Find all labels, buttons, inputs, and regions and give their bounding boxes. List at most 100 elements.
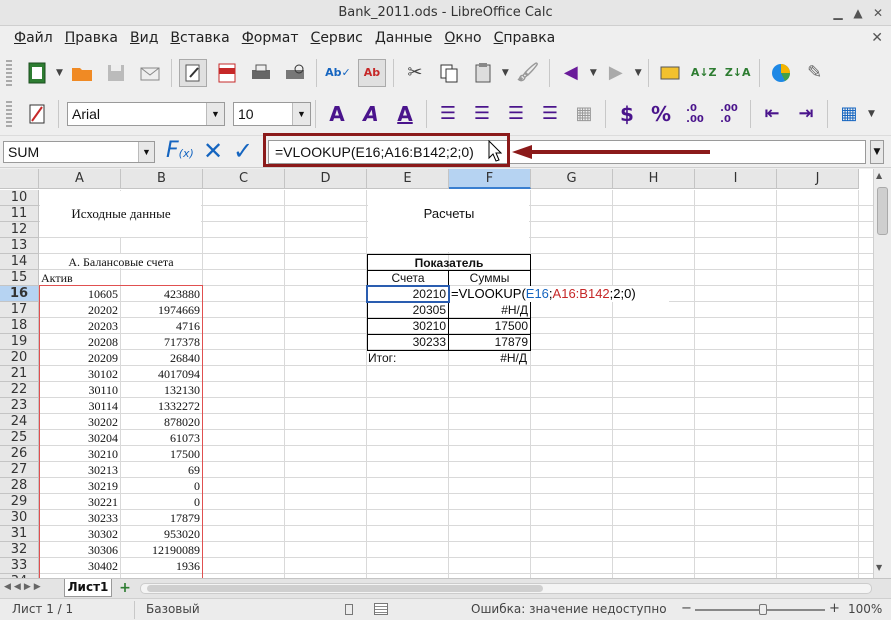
row-header[interactable]: 25	[0, 430, 39, 446]
row-header[interactable]: 23	[0, 398, 39, 414]
menu-view[interactable]: Вид	[124, 30, 164, 46]
font-name-combo[interactable]: Arial ▼	[67, 101, 225, 126]
page-style[interactable]: Базовый	[146, 602, 200, 616]
row-header[interactable]: 11	[0, 206, 39, 222]
row-header[interactable]: 15	[0, 270, 39, 286]
clone-formatting-icon[interactable]: 🖌	[514, 59, 542, 87]
chevron-down-icon[interactable]: ▼	[138, 142, 154, 162]
column-header[interactable]: B	[121, 169, 203, 189]
tab-nav-icons[interactable]: ◀◀▶▶	[4, 582, 44, 592]
row-header[interactable]: 13	[0, 238, 39, 254]
select-all-corner[interactable]	[0, 169, 39, 189]
export-pdf-icon[interactable]	[213, 59, 241, 87]
chevron-down-icon[interactable]: ▼	[292, 102, 310, 125]
paste-icon[interactable]	[469, 59, 497, 87]
column-header[interactable]: A	[39, 169, 121, 189]
cell-sum[interactable]: 17879	[449, 334, 531, 351]
edit-mode-icon[interactable]	[178, 58, 207, 87]
currency-format-icon[interactable]: $	[613, 100, 641, 128]
function-wizard-icon[interactable]: F(x)	[166, 138, 194, 163]
row-header[interactable]: 19	[0, 334, 39, 350]
align-right-icon[interactable]: ☰	[502, 100, 530, 128]
open-folder-icon[interactable]	[68, 59, 96, 87]
row-header[interactable]: 32	[0, 542, 39, 558]
cell-account[interactable]: 30233	[367, 334, 449, 351]
row-header[interactable]: 22	[0, 382, 39, 398]
chart-icon[interactable]	[767, 59, 795, 87]
chevron-down-icon[interactable]: ▼	[590, 68, 597, 78]
spellcheck-icon[interactable]: Ab✓	[324, 59, 352, 87]
sort-ascending-icon[interactable]: A↓Z	[690, 59, 718, 87]
column-header[interactable]: G	[531, 169, 613, 189]
add-decimal-icon[interactable]: .0.00	[681, 100, 709, 128]
increase-indent-icon[interactable]: ⇥	[792, 100, 820, 128]
row-header[interactable]: 31	[0, 526, 39, 542]
row-header[interactable]: 21	[0, 366, 39, 382]
chevron-down-icon[interactable]: ▼	[635, 68, 642, 78]
aktiv-label[interactable]: Актив	[40, 270, 120, 286]
print-icon[interactable]	[247, 59, 275, 87]
menu-insert[interactable]: Вставка	[164, 30, 235, 46]
align-center-icon[interactable]: ☰	[468, 100, 496, 128]
align-justify-icon[interactable]: ☰	[536, 100, 564, 128]
maximize-icon[interactable]: ▲	[848, 0, 868, 26]
chevron-down-icon[interactable]: ▼	[56, 68, 63, 78]
close-document-icon[interactable]: ✕	[871, 30, 883, 46]
save-icon[interactable]	[102, 59, 130, 87]
chevron-down-icon[interactable]: ▼	[502, 68, 509, 78]
row-header[interactable]: 29	[0, 494, 39, 510]
minimize-icon[interactable]: ▁	[828, 0, 848, 26]
zoom-slider-handle[interactable]	[759, 604, 767, 615]
row-header[interactable]: 33	[0, 558, 39, 574]
menu-help[interactable]: Справка	[488, 30, 562, 46]
cancel-icon[interactable]: ✕	[203, 137, 223, 165]
print-preview-icon[interactable]	[281, 59, 309, 87]
cell-sum[interactable]: 17500	[449, 318, 531, 335]
toolbar-grip[interactable]	[6, 100, 12, 127]
cell-account[interactable]: 30210	[367, 318, 449, 335]
menu-format[interactable]: Формат	[236, 30, 305, 46]
styles-icon[interactable]	[23, 100, 51, 128]
table-title[interactable]: Показатель	[367, 254, 531, 271]
column-header[interactable]: D	[285, 169, 367, 189]
merge-cells-icon[interactable]: ▦	[570, 100, 598, 128]
column-header[interactable]: H	[613, 169, 695, 189]
copy-icon[interactable]	[435, 59, 463, 87]
remove-decimal-icon[interactable]: .00.0	[715, 100, 743, 128]
name-box[interactable]: SUM ▼	[3, 141, 155, 163]
row-header[interactable]: 12	[0, 222, 39, 238]
font-size-combo[interactable]: 10 ▼	[233, 101, 311, 126]
align-left-icon[interactable]: ☰	[434, 100, 462, 128]
borders-icon[interactable]: ▦	[835, 100, 863, 128]
menu-window[interactable]: Окно	[438, 30, 487, 46]
accept-icon[interactable]: ✓	[233, 137, 253, 165]
header-calculations[interactable]: Расчеты	[368, 198, 530, 230]
row-header[interactable]: 30	[0, 510, 39, 526]
undo-icon[interactable]: ◀	[557, 59, 585, 87]
bold-icon[interactable]: A	[323, 100, 351, 128]
tab-sheet1[interactable]: Лист1	[64, 579, 112, 597]
row-header[interactable]: 27	[0, 462, 39, 478]
row-header[interactable]: 17	[0, 302, 39, 318]
horizontal-scroll-thumb[interactable]	[147, 585, 543, 592]
column-header[interactable]: E	[367, 169, 449, 189]
column-header[interactable]: F	[449, 169, 531, 189]
zoom-level[interactable]: 100%	[848, 602, 882, 616]
total-label[interactable]: Итог:	[368, 350, 448, 366]
expand-formula-icon[interactable]: ▼	[870, 140, 884, 164]
column-header[interactable]: J	[777, 169, 859, 189]
decrease-indent-icon[interactable]: ⇤	[758, 100, 786, 128]
row-header[interactable]: 10	[0, 190, 39, 206]
row-header[interactable]: 14	[0, 254, 39, 270]
row-header[interactable]: 16	[0, 286, 39, 302]
underline-icon[interactable]: A	[391, 100, 419, 128]
menu-data[interactable]: Данные	[369, 30, 439, 46]
header-source-data[interactable]: Исходные данные	[40, 198, 202, 230]
zoom-out-icon[interactable]: −	[681, 601, 692, 616]
section-title[interactable]: А. Балансовые счета	[40, 254, 202, 270]
column-header[interactable]: I	[695, 169, 777, 189]
total-value[interactable]: #Н/Д	[449, 350, 529, 366]
close-icon[interactable]: ✕	[868, 0, 888, 26]
horizontal-scrollbar[interactable]	[140, 583, 872, 594]
hyperlink-icon[interactable]	[656, 59, 684, 87]
